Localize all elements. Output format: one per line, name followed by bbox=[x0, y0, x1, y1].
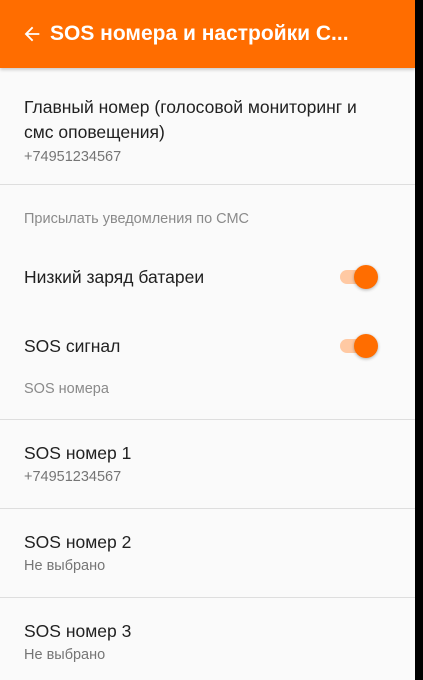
category-sos-numbers: SOS номера bbox=[24, 381, 109, 397]
sos-number-1-title: SOS номер 1 bbox=[24, 443, 132, 463]
sos-number-3-title: SOS номер 3 bbox=[24, 621, 132, 641]
sos-number-1-value: +74951234567 bbox=[24, 469, 122, 485]
sos-signal-label: SOS сигнал bbox=[24, 335, 121, 356]
main-number-value: +74951234567 bbox=[24, 149, 122, 165]
sos-number-2-title: SOS номер 2 bbox=[24, 532, 132, 552]
sos-signal-switch[interactable] bbox=[338, 334, 378, 358]
category-sms-notifications: Присылать уведомления по СМС bbox=[24, 211, 250, 227]
sos-signal-toggle-row[interactable]: SOS сигнал bbox=[0, 305, 415, 387]
main-number-title: Главный номер (голосовой мониторинг и см… bbox=[24, 97, 357, 142]
low-battery-toggle-row[interactable]: Низкий заряд батареи bbox=[0, 249, 415, 305]
main-number-item[interactable]: Главный номер (голосовой мониторинг и см… bbox=[0, 68, 415, 184]
app-bar: SOS номера и настройки С... bbox=[0, 0, 415, 68]
sos-number-2-item[interactable]: SOS номер 2 Не выбрано bbox=[0, 509, 415, 597]
low-battery-switch[interactable] bbox=[338, 265, 378, 289]
switch-thumb bbox=[354, 334, 378, 358]
sos-number-2-value: Не выбрано bbox=[24, 558, 106, 574]
sos-number-3-item[interactable]: SOS номер 3 Не выбрано bbox=[0, 598, 415, 680]
switch-thumb bbox=[354, 265, 378, 289]
sos-number-3-value: Не выбрано bbox=[24, 647, 106, 663]
low-battery-label: Низкий заряд батареи bbox=[24, 266, 205, 287]
sos-number-1-item[interactable]: SOS номер 1 +74951234567 bbox=[0, 420, 415, 508]
page-title: SOS номера и настройки С... bbox=[50, 22, 349, 45]
settings-screen: SOS номера и настройки С... Главный номе… bbox=[0, 0, 415, 680]
